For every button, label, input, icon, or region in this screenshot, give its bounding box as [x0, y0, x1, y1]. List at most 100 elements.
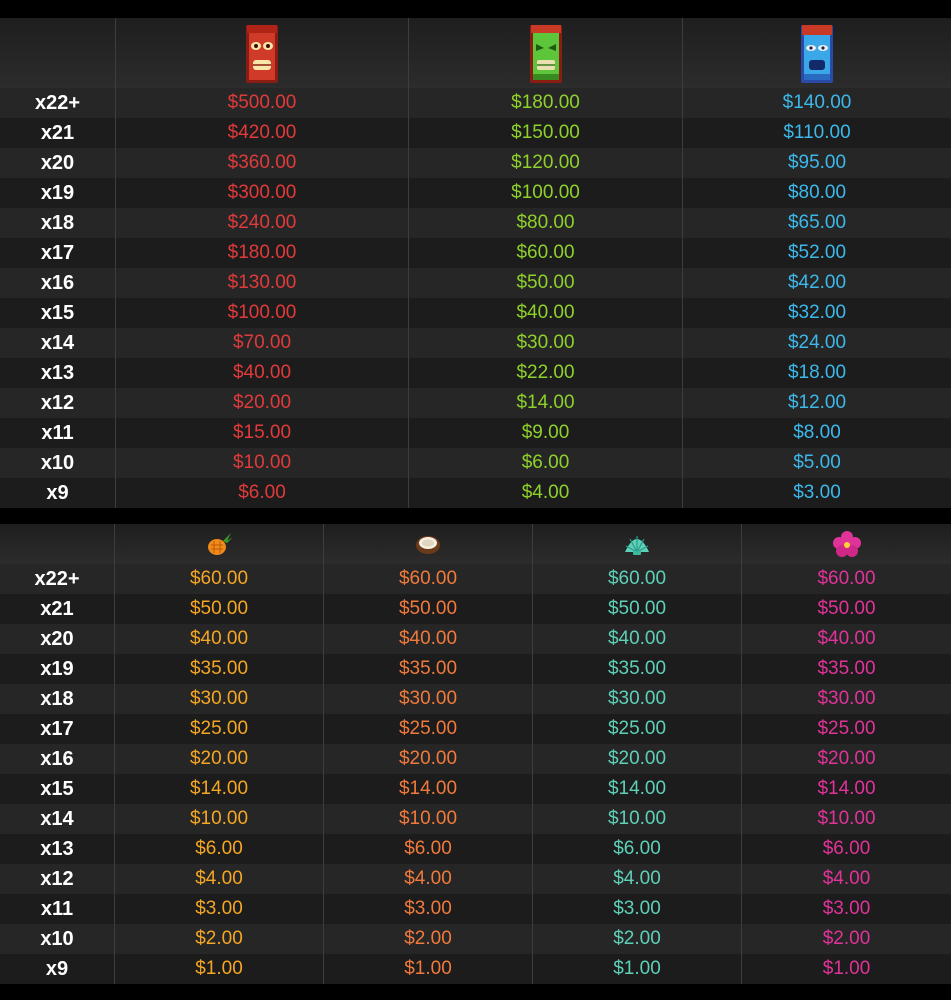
payout-value: $95.00 [787, 152, 847, 173]
payout-value: $3.00 [533, 894, 742, 924]
payout-value: $50.00 [324, 594, 533, 624]
paytable-row: x15 $14.00 $14.00 $14.00 $14.00 [0, 774, 951, 804]
payout-value: $4.00 [822, 868, 871, 889]
hibiscus-flower-icon [742, 524, 951, 564]
symbol-count-label: x18 [0, 684, 115, 714]
payout-value: $6.00 [409, 448, 683, 478]
paytable-row: x17 $180.00 $60.00 $52.00 [0, 238, 951, 268]
payout-value: $30.00 [324, 684, 533, 714]
payout-value: $25.00 [817, 718, 876, 739]
payout-value: $20.00 [115, 744, 324, 774]
paytable-header [0, 18, 951, 88]
payout-value: $70.00 [116, 328, 409, 358]
paytable-row: x12 $4.00 $4.00 $4.00 $4.00 [0, 864, 951, 894]
symbol-count-label: x11 [0, 418, 116, 448]
payout-value: $24.00 [787, 332, 847, 353]
payout-value: $35.00 [817, 658, 876, 679]
paytable-row: x9 $1.00 $1.00 $1.00 $1.00 [0, 954, 951, 984]
paytable-row: x21 $50.00 $50.00 $50.00 $50.00 [0, 594, 951, 624]
payout-value: $40.00 [115, 624, 324, 654]
payout-value: $6.00 [324, 834, 533, 864]
symbol-count-label: x14 [0, 804, 115, 834]
pineapple-icon [115, 524, 324, 564]
payout-value: $10.00 [533, 804, 742, 834]
symbol-count-label: x10 [0, 448, 116, 478]
symbol-count-label: x20 [0, 624, 115, 654]
payout-value: $130.00 [116, 268, 409, 298]
symbol-count-label: x20 [0, 148, 116, 178]
paytable-row: x20 $40.00 $40.00 $40.00 $40.00 [0, 624, 951, 654]
symbol-count-label: x14 [0, 328, 116, 358]
paytable-header [0, 524, 951, 564]
payout-value: $500.00 [116, 88, 409, 118]
paytable-row: x12 $20.00 $14.00 $12.00 [0, 388, 951, 418]
header-empty-cell [0, 18, 116, 88]
payout-value: $35.00 [324, 654, 533, 684]
symbol-count-label: x22+ [0, 88, 116, 118]
paytable-body: x22+ $500.00 $180.00 $140.00 x21 $420.00 $150.… [0, 88, 951, 508]
payout-value: $80.00 [409, 208, 683, 238]
payout-value: $20.00 [116, 388, 409, 418]
payout-value: $9.00 [409, 418, 683, 448]
paytable-row: x21 $420.00 $150.00 $110.00 [0, 118, 951, 148]
payout-value: $100.00 [116, 298, 409, 328]
payout-value: $25.00 [115, 714, 324, 744]
payout-value: $14.00 [533, 774, 742, 804]
payout-value: $30.00 [115, 684, 324, 714]
seashell-icon [533, 524, 742, 564]
payout-value: $52.00 [787, 242, 847, 263]
payout-value: $14.00 [817, 778, 876, 799]
paytable-row: x15 $100.00 $40.00 $32.00 [0, 298, 951, 328]
payout-value: $3.00 [822, 898, 871, 919]
paytable-row: x14 $70.00 $30.00 $24.00 [0, 328, 951, 358]
paytable-row: x14 $10.00 $10.00 $10.00 $10.00 [0, 804, 951, 834]
paytable-row: x10 $2.00 $2.00 $2.00 $2.00 [0, 924, 951, 954]
symbol-count-label: x12 [0, 388, 116, 418]
payout-value: $40.00 [533, 624, 742, 654]
payout-value: $4.00 [533, 864, 742, 894]
symbol-count-label: x9 [0, 954, 115, 984]
payout-value: $10.00 [817, 808, 876, 829]
payout-value: $1.00 [324, 954, 533, 984]
symbol-count-label: x10 [0, 924, 115, 954]
paytable-row: x9 $6.00 $4.00 $3.00 [0, 478, 951, 508]
payout-value: $35.00 [533, 654, 742, 684]
payout-value: $25.00 [533, 714, 742, 744]
payout-value: $6.00 [533, 834, 742, 864]
payout-value: $60.00 [533, 564, 742, 594]
symbol-count-label: x13 [0, 834, 115, 864]
payout-value: $14.00 [409, 388, 683, 418]
paytable-tiki-masks: x22+ $500.00 $180.00 $140.00 x21 $420.00 $150.… [0, 18, 951, 508]
blue-tiki-mask-icon [683, 18, 951, 88]
payout-value: $20.00 [817, 748, 876, 769]
paytable-row: x19 $35.00 $35.00 $35.00 $35.00 [0, 654, 951, 684]
symbol-count-label: x22+ [0, 564, 115, 594]
symbol-count-label: x17 [0, 714, 115, 744]
payout-value: $40.00 [324, 624, 533, 654]
payout-value: $18.00 [787, 362, 847, 383]
paytable-row: x18 $240.00 $80.00 $65.00 [0, 208, 951, 238]
header-empty-cell [0, 524, 115, 564]
payout-value: $4.00 [115, 864, 324, 894]
payout-value: $3.00 [115, 894, 324, 924]
payout-value: $10.00 [116, 448, 409, 478]
payout-value: $60.00 [409, 238, 683, 268]
payout-value: $180.00 [409, 88, 683, 118]
payout-value: $40.00 [817, 628, 876, 649]
symbol-count-label: x12 [0, 864, 115, 894]
payout-value: $50.00 [817, 598, 876, 619]
payout-value: $300.00 [116, 178, 409, 208]
payout-value: $60.00 [817, 568, 876, 589]
payout-value: $2.00 [115, 924, 324, 954]
symbol-count-label: x21 [0, 594, 115, 624]
symbol-count-label: x16 [0, 744, 115, 774]
payout-value: $180.00 [116, 238, 409, 268]
payout-value: $1.00 [822, 958, 871, 979]
payout-value: $22.00 [409, 358, 683, 388]
payout-value: $3.00 [793, 482, 841, 503]
paytable-row: x13 $6.00 $6.00 $6.00 $6.00 [0, 834, 951, 864]
payout-value: $32.00 [787, 302, 847, 323]
green-tiki-mask-icon [409, 18, 683, 88]
payout-value: $20.00 [533, 744, 742, 774]
payout-value: $50.00 [533, 594, 742, 624]
